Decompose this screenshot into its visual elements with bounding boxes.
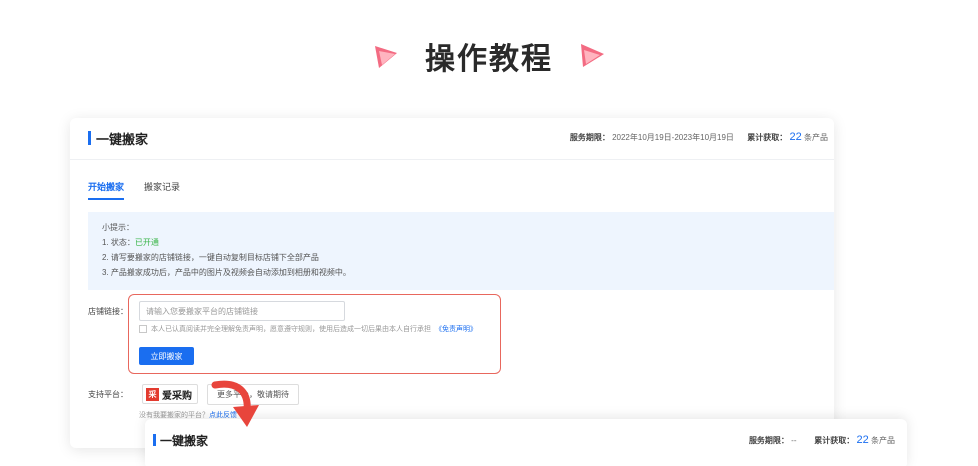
tab-start-migration[interactable]: 开始搬家 <box>88 180 125 200</box>
obtained-count: 22 <box>789 131 802 143</box>
migrate-now-button[interactable]: 立即搬家 <box>139 347 194 365</box>
migration-card: 一键搬家 服务期限： 2022年10月19日-2023年10月19日 累计获取：… <box>70 118 834 448</box>
tutorial-heading: 操作教程 <box>0 34 978 78</box>
tab-migration-records[interactable]: 搬家记录 <box>144 180 180 200</box>
checkbox-icon[interactable] <box>139 325 147 333</box>
tips-line-3: 3. 产品搬家成功后，产品中的图片及视频会自动添加到相册和视频中。 <box>102 268 351 277</box>
right-play-decoration-icon <box>581 44 604 67</box>
agreement-text: 本人已认真阅读并完全理解免责声明，愿意遵守规则，使用后造成一切后果由本人自行承担 <box>151 326 431 333</box>
left-play-decoration-icon <box>375 46 397 68</box>
obtained-unit: 条产品 <box>871 436 895 445</box>
platforms-label: 支持平台： <box>88 390 128 399</box>
platform-aicaigou[interactable]: 采 爱采购 <box>142 384 198 404</box>
service-label: 服务期限： <box>748 436 789 445</box>
tips-box: 小提示： 1. 状态：已开通 2. 请写要搬家的店铺链接，一键自动复制目标店铺下… <box>88 212 834 290</box>
disclaimer-link[interactable]: 《免责声明》 <box>435 324 477 334</box>
tips-status-prefix: 1. 状态： <box>102 238 135 247</box>
obtained-unit: 条产品 <box>804 133 828 142</box>
tab-bar: 开始搬家 搬家记录 <box>88 180 180 200</box>
service-label: 服务期限： <box>569 133 610 142</box>
tips-status-line: 1. 状态：已开通 <box>102 235 834 250</box>
agreement-row: 本人已认真阅读并完全理解免责声明，愿意遵守规则，使用后造成一切后果由本人自行承担… <box>139 324 477 334</box>
title-accent-bar <box>153 434 156 446</box>
card-title: 一键搬家 <box>96 132 149 147</box>
shop-link-label: 店铺链接： <box>88 307 128 316</box>
shop-link-input[interactable] <box>139 301 345 321</box>
aicaigou-logo-icon: 采 <box>146 387 159 401</box>
service-info: 服务期限： -- 累计获取： 22 条产品 <box>749 434 895 446</box>
tips-line-2: 2. 请写要搬家的店铺链接，一键自动复制目标店铺下全部产品 <box>102 253 319 262</box>
title-accent-bar <box>88 131 91 145</box>
obtained-count: 22 <box>856 434 869 446</box>
service-info: 服务期限： 2022年10月19日-2023年10月19日 累计获取： 22 条… <box>570 131 828 143</box>
card-title: 一键搬家 <box>160 434 209 448</box>
service-value: -- <box>791 436 797 445</box>
service-period: 2022年10月19日-2023年10月19日 <box>612 133 734 142</box>
status-value: 已开通 <box>134 238 159 247</box>
no-platform-text: 没有我要搬家的平台？ <box>139 412 209 419</box>
curved-arrow-icon <box>211 380 259 427</box>
obtained-label: 累计获取： <box>814 436 855 445</box>
obtained-label: 累计获取： <box>747 133 788 142</box>
aicaigou-name: 爱采购 <box>162 390 192 402</box>
page-title: 操作教程 <box>425 43 553 76</box>
tips-title: 小提示： <box>102 223 134 232</box>
card-header: 一键搬家 服务期限： 2022年10月19日-2023年10月19日 累计获取：… <box>70 118 834 160</box>
